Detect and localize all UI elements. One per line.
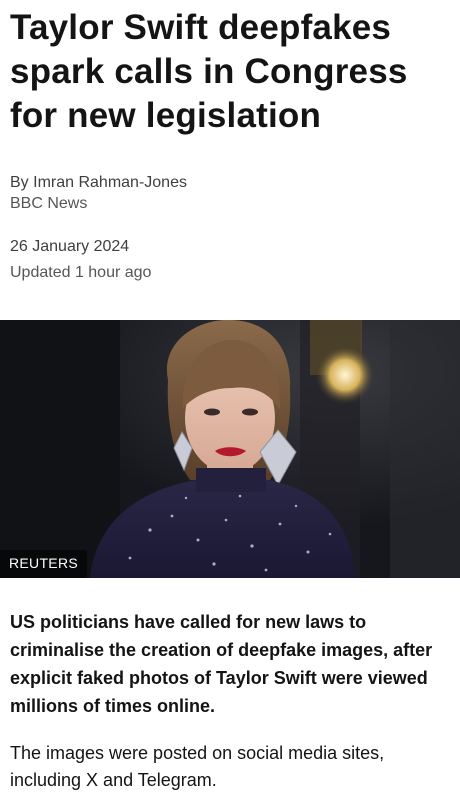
article-hero-image[interactable]: REUTERS [0,320,460,578]
published-date: 26 January 2024 [10,238,130,255]
article-dates: 26 January 2024 Updated 1 hour ago [10,234,151,286]
article-headline: Taylor Swift deepfakes spark calls in Co… [10,8,408,135]
author-name[interactable]: By Imran Rahman-Jones [10,172,187,193]
news-source: BBC News [10,195,88,212]
article-paragraph: The images were posted on social media s… [10,743,385,790]
image-credit: REUTERS [0,550,87,578]
article-lede: US politicians have called for new laws … [10,612,433,716]
updated-time: Updated 1 hour ago [10,264,152,281]
byline: By Imran Rahman-Jones BBC News [10,172,187,214]
photo-of-taylor-swift [0,320,460,578]
